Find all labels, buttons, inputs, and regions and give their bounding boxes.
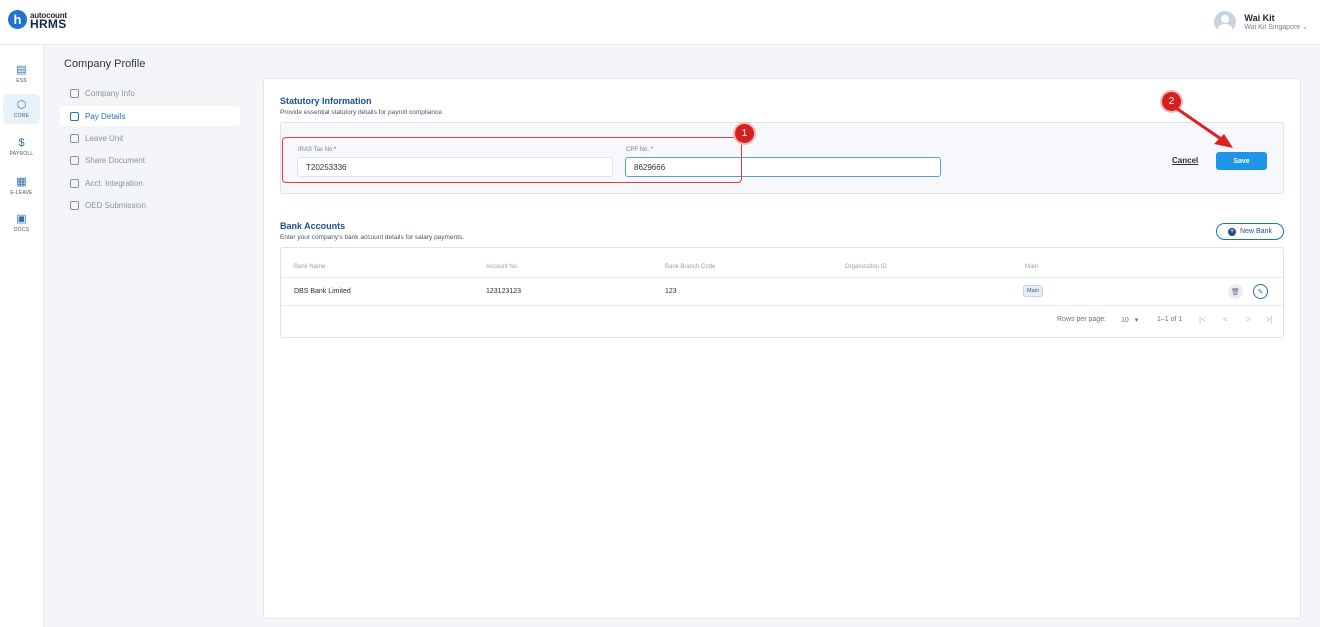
- subnav-item-leave-unit[interactable]: Leave Unit: [60, 128, 240, 148]
- page-title: Company Profile: [64, 58, 146, 70]
- rows-per-page-select[interactable]: 10 ▾: [1121, 316, 1138, 324]
- rail-item-e-leave[interactable]: ▦ E-LEAVE: [3, 171, 40, 201]
- annotation-arrow-icon: [1174, 106, 1233, 148]
- bank-accounts-subtitle: Enter your company's bank account detail…: [280, 234, 465, 241]
- rows-per-page-label: Rows per page:: [1057, 316, 1107, 323]
- rail-label: PAYROLL: [9, 151, 34, 157]
- docs-icon: ▣: [16, 213, 27, 225]
- branch-code-cell: 123: [665, 288, 677, 295]
- caret-down-icon: ▾: [1134, 317, 1139, 324]
- avatar-icon: [1214, 11, 1237, 33]
- new-bank-label: New Bank: [1240, 228, 1272, 235]
- app-logo[interactable]: h autocount HRMS: [8, 10, 67, 31]
- subnav-item-pay-details[interactable]: Pay Details: [60, 106, 240, 126]
- submission-icon: [70, 200, 79, 210]
- next-page-icon[interactable]: >: [1246, 315, 1251, 324]
- first-page-icon[interactable]: |<: [1199, 315, 1206, 324]
- rail-label: E-LEAVE: [10, 190, 33, 196]
- subnav-item-acct-integration[interactable]: Acct. Integration: [60, 173, 240, 193]
- ess-icon: ▤: [16, 64, 27, 76]
- subnav-item-label: OED Submission: [85, 200, 146, 210]
- rail-item-ess[interactable]: ▤ ESS: [3, 59, 40, 89]
- module-rail: ▤ ESS ⬡ CORE $ PAYROLL ▦ E-LEAVE ▣ DOCS: [0, 45, 44, 627]
- document-icon: [70, 155, 79, 165]
- user-name: Wai Kit: [1244, 13, 1275, 23]
- subnav-item-company-info[interactable]: Company Info: [60, 83, 240, 103]
- calendar-icon: ▦: [16, 176, 27, 188]
- pay-details-icon: [70, 111, 79, 121]
- logo-mark: h: [8, 10, 27, 29]
- save-button[interactable]: Save: [1216, 152, 1267, 170]
- column-header: Bank Name: [294, 264, 326, 270]
- delete-icon[interactable]: 🗑: [1228, 284, 1243, 299]
- integration-icon: [70, 178, 79, 188]
- building-icon: [70, 88, 79, 98]
- subnav-item-label: Acct. Integration: [85, 178, 143, 188]
- leave-unit-icon: [70, 133, 79, 143]
- user-menu[interactable]: Wai Kit Wai Kit Singapore ⌄: [1214, 11, 1308, 33]
- plus-icon: +: [1228, 227, 1237, 236]
- logo-bottom-text: HRMS: [30, 16, 67, 31]
- column-header: Account No.: [486, 264, 519, 270]
- subnav-item-label: Company Info: [85, 88, 135, 98]
- edit-icon[interactable]: ✎: [1253, 284, 1268, 299]
- step-badge-1: 1: [735, 124, 754, 143]
- table-row[interactable]: DBS Bank Limited 123123123 123 Main 🗑 ✎: [281, 277, 1283, 306]
- subnav-item-share-document[interactable]: Share Document: [60, 150, 240, 170]
- bank-accounts-table: Bank Name Account No. Bank Branch Code O…: [280, 247, 1284, 338]
- core-icon: ⬡: [16, 99, 27, 111]
- rail-item-payroll[interactable]: $ PAYROLL: [3, 132, 40, 162]
- rail-label: CORE: [13, 113, 30, 119]
- rail-label: ESS: [16, 78, 27, 84]
- cancel-button[interactable]: Cancel: [1172, 156, 1198, 165]
- company-profile-nav: Company Profile Company Info Pay Details…: [44, 45, 249, 627]
- subnav-item-label: Leave Unit: [85, 133, 124, 143]
- subnav-item-label: Pay Details: [85, 111, 126, 121]
- subnav-item-label: Share Document: [85, 155, 146, 165]
- pagination-range: 1–1 of 1: [1157, 316, 1183, 323]
- rail-item-core[interactable]: ⬡ CORE: [3, 94, 40, 124]
- rail-label: DOCS: [13, 227, 30, 233]
- payroll-icon: $: [18, 137, 25, 149]
- column-header: Main: [1025, 264, 1039, 270]
- column-header: Bank Branch Code: [665, 264, 716, 270]
- top-bar: h autocount HRMS Wai Kit Wai Kit Singapo…: [0, 0, 1320, 45]
- statutory-title: Statutory Information: [280, 96, 372, 106]
- subnav-item-oed-submission[interactable]: OED Submission: [60, 195, 240, 215]
- bank-accounts-title: Bank Accounts: [280, 221, 346, 231]
- rows-per-page-value: 10: [1121, 317, 1129, 324]
- bank-name-cell: DBS Bank Limited: [294, 288, 351, 295]
- last-page-icon[interactable]: >|: [1266, 315, 1273, 324]
- prev-page-icon[interactable]: <: [1223, 315, 1228, 324]
- column-header: Organization ID: [845, 264, 887, 270]
- user-org-dropdown[interactable]: Wai Kit Singapore ⌄: [1244, 23, 1308, 31]
- rail-item-docs[interactable]: ▣ DOCS: [3, 208, 40, 238]
- main-badge: Main: [1023, 285, 1043, 297]
- statutory-subtitle: Provide essential statutory details for …: [280, 109, 444, 116]
- annotation-highlight: [282, 137, 742, 183]
- account-no-cell: 123123123: [486, 288, 522, 295]
- new-bank-button[interactable]: + New Bank: [1216, 223, 1284, 240]
